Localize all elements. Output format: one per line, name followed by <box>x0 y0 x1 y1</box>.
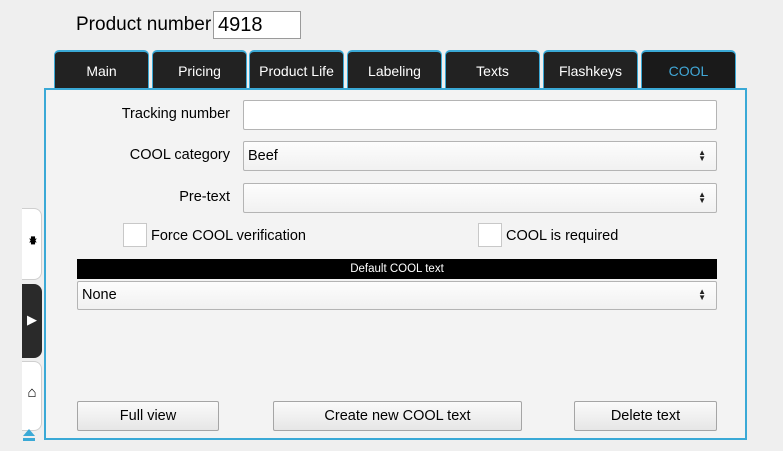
default-cool-text-value: None <box>82 287 117 303</box>
tab-pricing[interactable]: Pricing <box>152 50 247 88</box>
full-view-button[interactable]: Full view <box>77 401 219 431</box>
force-cool-verification-checkbox[interactable] <box>123 223 147 247</box>
pre-text-label: Pre-text <box>179 189 230 205</box>
tab-main[interactable]: Main <box>54 50 149 88</box>
tab-cool[interactable]: COOL <box>641 50 736 90</box>
default-cool-text-select[interactable]: None ▲ ▼ <box>77 281 717 310</box>
tab-texts[interactable]: Texts <box>445 50 540 88</box>
pre-text-select[interactable]: ▲ ▼ <box>243 183 717 213</box>
up-down-arrows-icon: ▲ ▼ <box>698 148 706 164</box>
tracking-number-input[interactable] <box>243 100 717 130</box>
delete-text-button[interactable]: Delete text <box>574 401 717 431</box>
tab-labeling[interactable]: Labeling <box>347 50 442 88</box>
create-new-cool-text-button[interactable]: Create new COOL text <box>273 401 522 431</box>
tab-product-life[interactable]: Product Life <box>249 50 344 88</box>
eject-icon[interactable] <box>22 428 36 442</box>
tab-flashkeys[interactable]: Flashkeys <box>543 50 638 88</box>
cool-is-required-label: COOL is required <box>506 228 619 244</box>
product-number-field[interactable]: 4918 <box>213 11 301 39</box>
default-cool-text-header: Default COOL text <box>77 259 717 279</box>
cool-is-required-checkbox[interactable] <box>478 223 502 247</box>
dock-collapse-button[interactable]: ›▮‹ <box>22 208 42 280</box>
dock-expand-button[interactable]: ▶ <box>22 284 42 358</box>
play-arrow-icon: ▶ <box>27 312 37 327</box>
cool-category-select[interactable]: Beef ▲ ▼ <box>243 141 717 171</box>
dock-home-button[interactable]: ⌂ <box>22 361 42 431</box>
product-number-label: Product number <box>76 14 212 35</box>
home-icon: ⌂ <box>27 384 37 401</box>
force-cool-verification-label: Force COOL verification <box>151 228 306 244</box>
up-down-arrows-icon: ▲ ▼ <box>698 287 706 303</box>
cool-category-label: COOL category <box>129 147 230 163</box>
up-down-arrows-icon: ▲ ▼ <box>698 190 706 206</box>
cool-category-value: Beef <box>248 148 278 164</box>
collapse-arrows-icon: ›▮‹ <box>28 235 37 246</box>
side-dock: ›▮‹ ▶ ⌂ <box>22 208 42 433</box>
tracking-number-label: Tracking number <box>121 106 230 122</box>
